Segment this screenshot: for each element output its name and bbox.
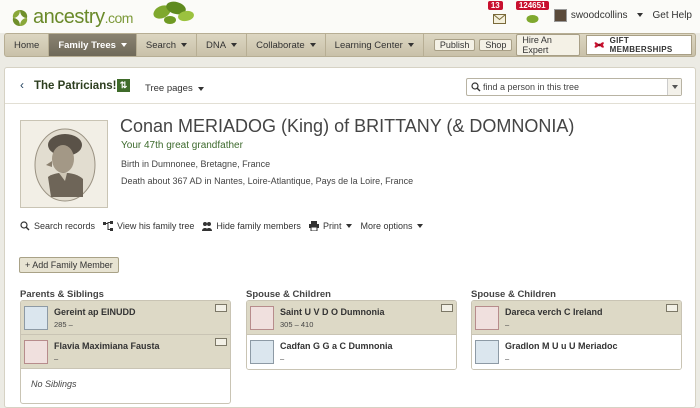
nav-collaborate[interactable]: Collaborate (247, 34, 326, 56)
person-actions: Search records View his family tree Hide… (20, 221, 424, 231)
hide-family-members-link[interactable]: Hide family members (202, 221, 301, 231)
person-card-name: Dareca verch C Ireland (505, 307, 603, 317)
search-records-link[interactable]: Search records (20, 221, 95, 231)
chevron-down-icon (417, 224, 424, 228)
chevron-down-icon (231, 43, 238, 47)
spouse-children-heading: Spouse & Children (246, 289, 331, 300)
male-silhouette-icon (250, 340, 274, 364)
spouse-children-column-1: Saint U V D O Dumnonia 305 – 410 Cadfan … (246, 300, 457, 370)
person-page-panel: ‹ The Patricians! ⇅ Tree pages find a pe… (4, 67, 696, 408)
birth-fact: Birth in Dumnonee, Bretagne, France (121, 159, 271, 169)
main-nav: Home Family Trees Search DNA Collaborate… (4, 33, 696, 57)
back-arrow-icon[interactable]: ‹ (20, 78, 24, 92)
person-card-dates: 305 – 410 (280, 320, 314, 329)
avatar (553, 8, 567, 22)
hire-expert-button[interactable]: Hire An Expert (516, 34, 581, 56)
portrait-image (21, 121, 107, 207)
relationship-link[interactable]: Your 47th great grandfather (121, 140, 243, 151)
messages-notification[interactable]: 13 (487, 1, 508, 24)
person-card-menu-icon[interactable] (666, 304, 678, 312)
site-header: ancestry.com 13 124651 swoodcollins Get … (0, 0, 700, 33)
person-card-child[interactable]: Cadfan G G a C Dumnonia – (247, 335, 456, 369)
chevron-down-icon (181, 43, 188, 47)
person-card-name: Cadfan G G a C Dumnonia (280, 341, 393, 351)
chevron-down-icon (407, 43, 414, 47)
chevron-down-icon (309, 43, 316, 47)
person-card-name: Gradlon M U u U Meriadoc (505, 341, 618, 351)
printer-icon (308, 221, 319, 231)
male-silhouette-icon (24, 306, 48, 330)
user-menu[interactable]: swoodcollins (553, 8, 643, 22)
person-card-menu-icon[interactable] (215, 304, 227, 312)
add-family-member-button[interactable]: + Add Family Member (19, 257, 119, 273)
female-silhouette-icon (250, 306, 274, 330)
chevron-down-icon (636, 13, 643, 17)
no-siblings-text: No Siblings (31, 379, 77, 389)
person-card-name: Gereint ap EINUDD (54, 307, 136, 317)
person-card-dates: – (505, 354, 510, 363)
female-silhouette-icon (24, 340, 48, 364)
hints-count-badge: 124651 (515, 1, 549, 10)
parents-siblings-heading: Parents & Siblings (20, 289, 104, 300)
death-fact: Death about 367 AD in Nantes, Loire-Atla… (121, 176, 414, 186)
person-card-dates: – (280, 354, 285, 363)
nav-search[interactable]: Search (137, 34, 198, 56)
chevron-down-icon (672, 85, 678, 89)
tree-name-link[interactable]: The Patricians! (34, 80, 116, 92)
decorative-leaves-icon (153, 1, 194, 24)
profile-photo[interactable] (20, 120, 108, 208)
person-card-menu-icon[interactable] (441, 304, 453, 312)
person-card-dates: – (54, 354, 59, 363)
person-card-father[interactable]: Gereint ap EINUDD 285 – (21, 301, 230, 335)
view-family-tree-link[interactable]: View his family tree (103, 221, 194, 231)
parents-siblings-column: Gereint ap EINUDD 285 – Flavia Maximiana… (20, 300, 231, 404)
username: swoodcollins (570, 9, 628, 21)
chevron-down-icon (197, 87, 204, 91)
search-icon (471, 82, 481, 92)
person-card-spouse[interactable]: Dareca verch C Ireland – (472, 301, 681, 335)
female-silhouette-icon (475, 306, 499, 330)
get-help-link[interactable]: Get Help (653, 10, 692, 21)
messages-count-badge: 13 (487, 1, 503, 10)
spouse-children-heading: Spouse & Children (471, 289, 556, 300)
family-tree-icon (103, 221, 114, 231)
print-menu[interactable]: Print (308, 221, 353, 231)
person-card-child[interactable]: Gradlon M U u U Meriadoc – (472, 335, 681, 369)
person-card-dates: 285 – (54, 320, 73, 329)
envelope-icon (492, 14, 506, 24)
chevron-down-icon (120, 43, 127, 47)
spouse-children-column-2: Dareca verch C Ireland – Gradlon M U u U… (471, 300, 682, 370)
person-card-spouse[interactable]: Saint U V D O Dumnonia 305 – 410 (247, 301, 456, 335)
chevron-down-icon (346, 224, 353, 228)
ancestry-logo[interactable]: ancestry.com (9, 6, 133, 29)
people-icon (202, 222, 213, 231)
person-card-menu-icon[interactable] (215, 338, 227, 346)
nav-dna[interactable]: DNA (197, 34, 248, 56)
gift-bow-icon (594, 42, 605, 48)
person-card-name: Flavia Maximiana Fausta (54, 341, 160, 351)
nav-family-trees[interactable]: Family Trees (49, 34, 137, 56)
more-options-menu[interactable]: More options (360, 221, 424, 231)
search-icon (20, 221, 30, 231)
shop-button[interactable]: Shop (479, 39, 513, 51)
hints-notification[interactable]: 124651 (515, 1, 549, 24)
person-card-name: Saint U V D O Dumnonia (280, 307, 385, 317)
hint-leaf-icon (526, 15, 539, 23)
tree-pages-menu[interactable]: Tree pages (145, 83, 204, 94)
search-dropdown-button[interactable] (667, 79, 681, 95)
male-silhouette-icon (475, 340, 499, 364)
nav-learning-center[interactable]: Learning Center (326, 34, 424, 56)
person-search-input[interactable]: find a person in this tree (466, 78, 682, 96)
person-card-dates: – (505, 320, 510, 329)
person-name: Conan MERIADOG (King) of BRITTANY (& DOM… (120, 116, 575, 136)
leaf-logo-icon (12, 9, 28, 26)
publish-button[interactable]: Publish (433, 39, 476, 51)
gift-memberships-button[interactable]: GIFT MEMBERSHIPS (586, 35, 692, 55)
person-card-mother[interactable]: Flavia Maximiana Fausta – (21, 335, 230, 369)
nav-home[interactable]: Home (5, 34, 50, 56)
tree-view-icon[interactable]: ⇅ (117, 79, 130, 92)
tree-toolbar: ‹ The Patricians! ⇅ Tree pages find a pe… (5, 68, 695, 104)
